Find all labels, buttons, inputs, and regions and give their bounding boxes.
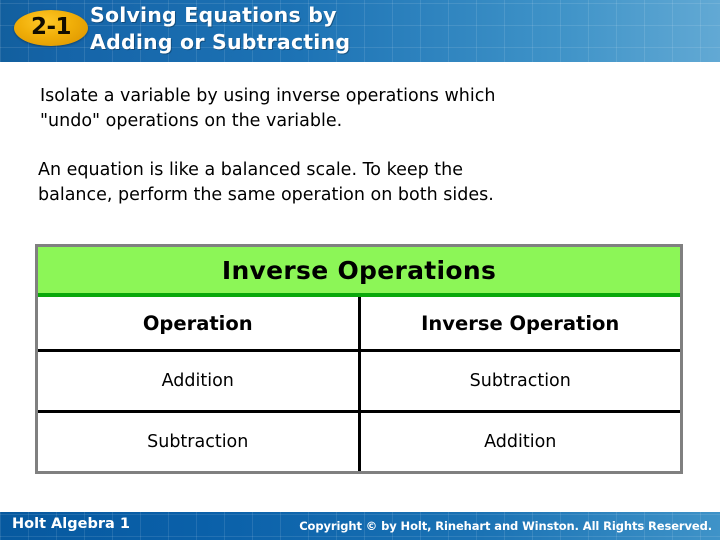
lesson-number-label: 2-1 bbox=[30, 14, 72, 40]
cell-inverse-subtraction: Subtraction bbox=[359, 349, 680, 412]
table-row: Addition Subtraction bbox=[38, 349, 680, 412]
paragraph-2-line-1: An equation is like a balanced scale. To… bbox=[38, 160, 463, 180]
lesson-body: Isolate a variable by using inverse oper… bbox=[38, 84, 690, 208]
page-title: Solving Equations by Adding or Subtracti… bbox=[90, 2, 700, 56]
column-header-operation: Operation bbox=[38, 295, 361, 351]
table-title-row: Inverse Operations bbox=[38, 247, 680, 297]
page-title-line-2: Adding or Subtracting bbox=[90, 30, 351, 54]
paragraph-inverse-operations: Isolate a variable by using inverse oper… bbox=[40, 84, 690, 134]
header-banner: 2-1 Solving Equations by Adding or Subtr… bbox=[0, 0, 720, 62]
footer-copyright: Copyright © by Holt, Rinehart and Winsto… bbox=[299, 519, 712, 533]
column-header-inverse-operation: Inverse Operation bbox=[421, 311, 620, 335]
cell-operation-addition: Addition bbox=[38, 349, 361, 412]
table-title: Inverse Operations bbox=[38, 247, 680, 297]
paragraph-balanced-scale: An equation is like a balanced scale. To… bbox=[38, 158, 690, 208]
paragraph-1-line-1: Isolate a variable by using inverse oper… bbox=[40, 86, 496, 106]
footer-bar: Holt Algebra 1 Copyright © by Holt, Rine… bbox=[0, 512, 720, 540]
table-row: Subtraction Addition bbox=[38, 410, 680, 471]
page-title-line-1: Solving Equations by bbox=[90, 3, 337, 27]
cell-inverse-addition: Addition bbox=[359, 410, 680, 471]
cell-operation-subtraction: Subtraction bbox=[38, 410, 361, 471]
footer-book-title: Holt Algebra 1 bbox=[12, 516, 130, 532]
paragraph-1-line-2: "undo" operations on the variable. bbox=[40, 111, 343, 131]
table: Inverse Operations Operation Inverse Ope… bbox=[38, 247, 680, 471]
table-header-row: Operation Inverse Operation bbox=[38, 295, 680, 351]
inverse-operations-table: Inverse Operations Operation Inverse Ope… bbox=[35, 244, 683, 474]
lesson-number-badge: 2-1 bbox=[14, 10, 88, 46]
paragraph-2-line-2: balance, perform the same operation on b… bbox=[38, 185, 494, 205]
